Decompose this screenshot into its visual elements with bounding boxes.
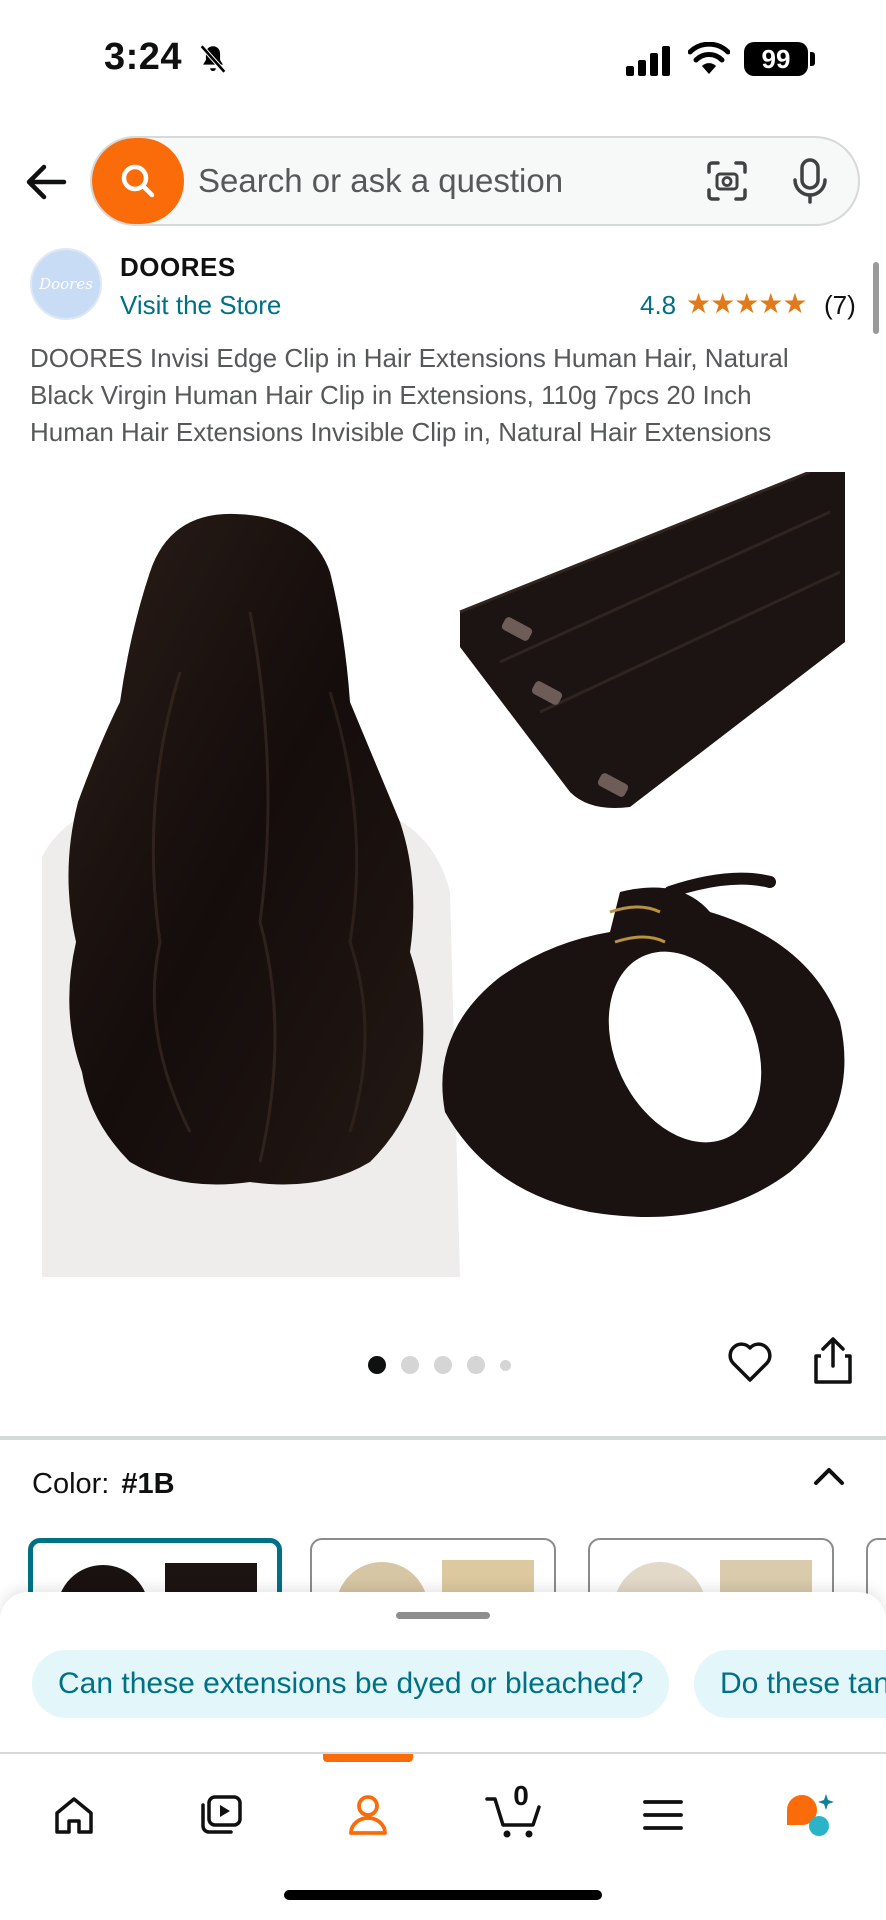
rufus-assistant-icon (787, 1794, 834, 1836)
tab-home[interactable] (37, 1782, 111, 1848)
chevron-up-icon[interactable] (812, 1464, 846, 1488)
questions-sheet[interactable]: Can these extensions be dyed or bleached… (0, 1592, 886, 1752)
carousel-dot[interactable] (401, 1356, 419, 1374)
tab-rufus[interactable] (773, 1782, 847, 1848)
question-chip[interactable]: Can these extensions be dyed or bleached… (32, 1650, 670, 1718)
account-icon (349, 1795, 387, 1835)
active-tab-indicator (323, 1754, 413, 1762)
brand-logo-text: Doores (39, 275, 93, 293)
brand-name: DOORES (120, 252, 236, 282)
share-icon[interactable] (812, 1336, 854, 1386)
visit-store-link[interactable]: Visit the Store (120, 290, 281, 321)
arrow-left-icon[interactable] (24, 162, 68, 202)
wifi-icon (688, 42, 730, 74)
rating-value[interactable]: 4.8 (640, 290, 676, 321)
battery-tip (810, 52, 815, 66)
search-input[interactable]: Search or ask a question (198, 162, 563, 200)
search-bar[interactable]: Search or ask a question (90, 136, 860, 226)
tab-video[interactable] (184, 1782, 258, 1848)
cart-count-badge: 0 (513, 1780, 529, 1811)
status-bar: 3:24 99 (0, 0, 886, 120)
scrollbar (873, 262, 879, 334)
heart-icon[interactable] (726, 1340, 774, 1384)
tab-menu[interactable] (626, 1782, 700, 1848)
color-label-text: Color: (32, 1468, 110, 1500)
brand-logo[interactable]: Doores (30, 248, 102, 320)
color-value: #1B (121, 1468, 175, 1500)
search-button[interactable] (92, 138, 184, 224)
product-title: DOORES Invisi Edge Clip in Hair Extensio… (30, 343, 789, 447)
status-time: 3:24 (104, 36, 183, 78)
home-icon (55, 1797, 93, 1834)
rating-stars[interactable]: ★★★★★ (686, 287, 808, 320)
signal-icon (626, 46, 670, 76)
image-carousel-dots[interactable] (368, 1356, 511, 1374)
menu-icon (643, 1800, 683, 1830)
play-video-icon (201, 1795, 242, 1834)
section-divider (0, 1436, 886, 1440)
carousel-dot[interactable] (500, 1359, 511, 1371)
search-icon (121, 164, 155, 198)
bell-slash-icon (199, 44, 227, 74)
question-chip[interactable]: Do these tan (694, 1650, 886, 1718)
tab-cart[interactable]: 0 (478, 1780, 552, 1848)
carousel-dot[interactable] (368, 1356, 386, 1374)
tab-account[interactable] (331, 1782, 405, 1848)
carousel-dot[interactable] (467, 1356, 485, 1374)
camera-scan-icon[interactable] (706, 160, 748, 202)
carousel-dot[interactable] (434, 1356, 452, 1374)
battery-indicator: 99 (744, 42, 808, 76)
home-indicator[interactable] (284, 1890, 602, 1900)
sheet-drag-handle[interactable] (396, 1612, 490, 1619)
microphone-icon[interactable] (792, 158, 828, 204)
color-label: Color: #1B (32, 1468, 175, 1501)
product-image[interactable] (30, 472, 856, 1282)
review-count[interactable]: (7) (824, 290, 856, 321)
